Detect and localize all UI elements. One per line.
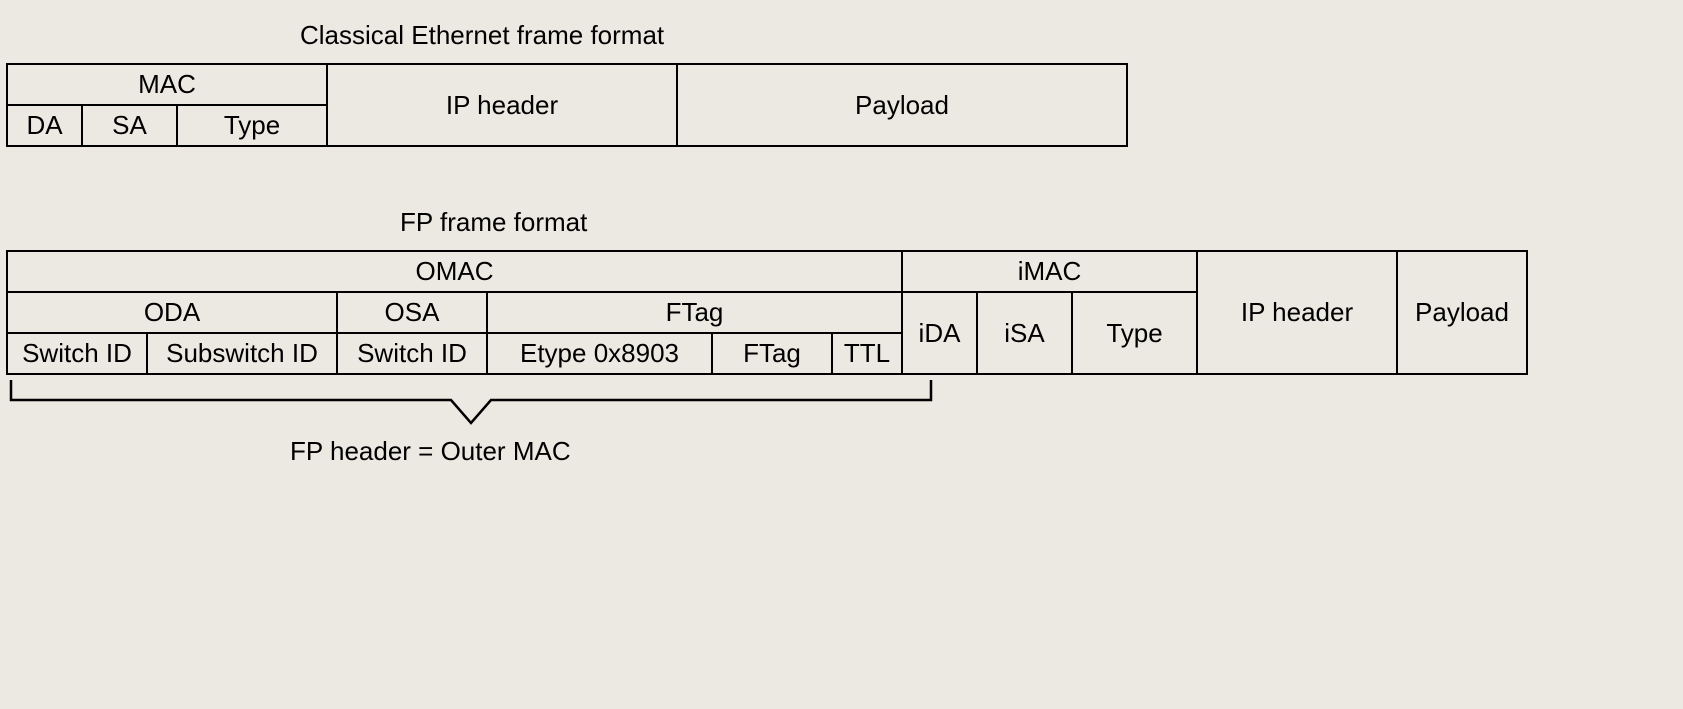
fp-isa: iSA [977, 292, 1072, 374]
fp-type: Type [1072, 292, 1197, 374]
fp-ftag: FTag [712, 333, 832, 374]
classical-sa: SA [82, 105, 177, 146]
fp-imac: iMAC [902, 251, 1197, 292]
classical-payload: Payload [677, 64, 1127, 146]
fp-ttl: TTL [832, 333, 902, 374]
fp-osa: OSA [337, 292, 487, 333]
classical-ip-header: IP header [327, 64, 677, 146]
fp-switch-id-1: Switch ID [7, 333, 147, 374]
brace-icon [6, 375, 936, 430]
fp-brace [6, 375, 936, 430]
classical-type: Type [177, 105, 327, 146]
fp-switch-id-2: Switch ID [337, 333, 487, 374]
classical-title: Classical Ethernet frame format [300, 20, 1683, 51]
fp-header-caption: FP header = Outer MAC [290, 436, 1683, 467]
fp-payload: Payload [1397, 251, 1527, 374]
fp-etype: Etype 0x8903 [487, 333, 712, 374]
fp-ftag-group: FTag [487, 292, 902, 333]
fp-subswitch-id: Subswitch ID [147, 333, 337, 374]
classical-da: DA [7, 105, 82, 146]
fp-oda: ODA [7, 292, 337, 333]
fp-frame-table: OMAC iMAC IP header Payload ODA OSA FTag… [6, 250, 1528, 375]
classical-mac-header: MAC [7, 64, 327, 105]
fp-ida: iDA [902, 292, 977, 374]
classical-frame-table: MAC IP header Payload DA SA Type [6, 63, 1128, 147]
fp-omac: OMAC [7, 251, 902, 292]
fp-ip-header: IP header [1197, 251, 1397, 374]
fp-title: FP frame format [400, 207, 1683, 238]
